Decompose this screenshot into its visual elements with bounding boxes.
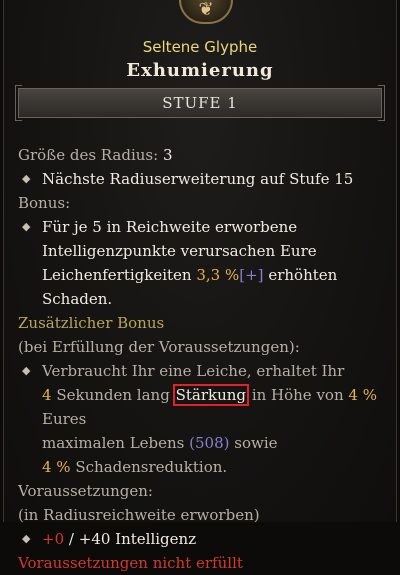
requirements-text: +0 / +40 Intelligenz: [42, 527, 384, 551]
tooltip-header: Seltene Glyphe Exhumierung: [0, 38, 400, 81]
in-height-text: in Höhe von: [251, 386, 344, 404]
bonus-line2: Intelligenzpunkte verursachen Eure: [42, 242, 317, 260]
empower-keyword[interactable]: Stärkung: [172, 384, 250, 406]
bonus-line1: Für je 5 in Reichweite erworbene: [42, 218, 298, 236]
tooltip-body: Größe des Radius: 3 ◆ Nächste Radiuserwe…: [18, 143, 384, 575]
requirements-separator: /: [68, 530, 74, 548]
glyph-emblem-icon: ❦: [179, 0, 233, 24]
diamond-bullet-icon: ◆: [22, 172, 31, 185]
seconds-text: Sekunden lang: [56, 386, 170, 404]
diamond-bullet-icon: ◆: [22, 364, 31, 377]
bonus-skill: Leichenfertigkeiten: [42, 266, 192, 284]
glyph-name: Exhumierung: [126, 60, 274, 81]
max-life-text: maximalen Lebens: [42, 434, 185, 452]
glyph-level-bar: STUFE 1: [15, 85, 385, 121]
dr-percent: 4 %: [42, 458, 71, 476]
radius-line: Größe des Radius: 3: [18, 143, 384, 167]
bonus-header: Bonus:: [18, 194, 71, 212]
diamond-bullet-icon: ◆: [22, 532, 31, 545]
additional-item: ◆ Verbraucht Ihr eine Leiche, erhaltet I…: [18, 359, 384, 479]
requirements-needed: +40 Intelligenz: [78, 530, 197, 548]
glyph-sigil-icon: ❦: [198, 0, 214, 20]
glyph-level: STUFE 1: [162, 94, 238, 112]
life-percent: 4 %: [348, 386, 377, 404]
requirements-unmet: Voraussetzungen nicht erfüllt: [18, 554, 243, 572]
radius-next-text: Nächste Radiuserweiterung auf Stufe 15: [42, 170, 354, 188]
sowie-text: sowie: [234, 434, 278, 452]
bonus-plus: [+]: [239, 266, 264, 284]
additional-condition: (bei Erfüllung der Voraussetzungen):: [18, 338, 300, 356]
bonus-text: Für je 5 in Reichweite erworbene Intelli…: [42, 215, 384, 311]
bonus-percent: 3,3 %: [196, 266, 240, 284]
life-value: (508): [189, 434, 230, 452]
requirements-item: ◆ +0 / +40 Intelligenz: [18, 527, 384, 551]
eures-text: Eures: [42, 410, 87, 428]
requirements-header: Voraussetzungen:: [18, 482, 153, 500]
bonus-item: ◆ Für je 5 in Reichweite erworbene Intel…: [18, 215, 384, 311]
additional-text: Verbraucht Ihr eine Leiche, erhaltet Ihr…: [42, 359, 384, 479]
requirements-current: +0: [42, 530, 65, 548]
radius-value: 3: [162, 146, 173, 164]
additional-header: Zusätzlicher Bonus: [18, 314, 165, 332]
glyph-rarity: Seltene Glyphe: [142, 38, 258, 56]
seconds-value: 4: [42, 386, 52, 404]
radius-label: Größe des Radius:: [18, 146, 159, 164]
diamond-bullet-icon: ◆: [22, 220, 31, 233]
requirements-scope: (in Radiusreichweite erworben): [18, 506, 260, 524]
radius-next-item: ◆ Nächste Radiuserweiterung auf Stufe 15: [18, 167, 384, 191]
dr-text: Schadensreduktion.: [75, 458, 228, 476]
additional-line1: Verbraucht Ihr eine Leiche, erhaltet Ihr: [42, 362, 345, 380]
